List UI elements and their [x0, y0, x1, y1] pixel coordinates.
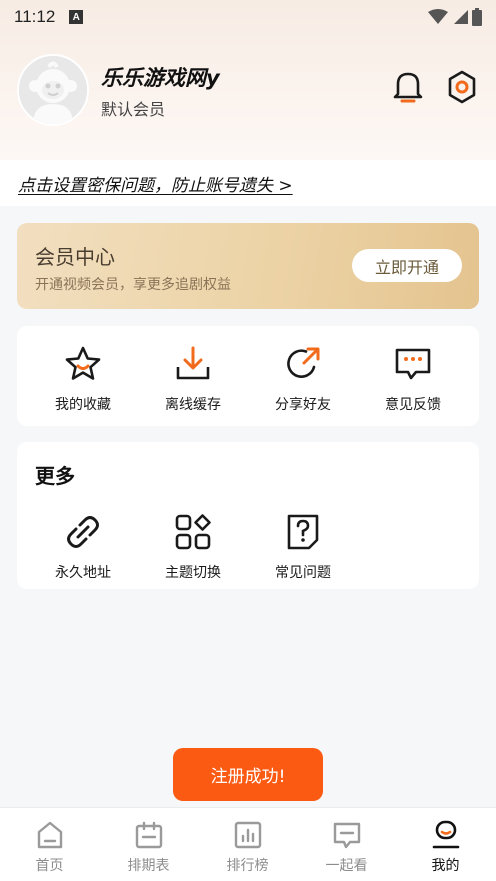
faq-icon [287, 514, 319, 550]
username[interactable]: 乐乐游戏网y [101, 62, 220, 92]
calendar-icon [135, 821, 162, 849]
nav-schedule-label: 排期表 [127, 858, 170, 874]
nav-watch-together[interactable]: 一起看 [297, 808, 396, 881]
more-title: 更多 [35, 464, 75, 488]
ranking-icon [234, 821, 261, 849]
mascot-avatar-icon [19, 56, 87, 124]
nav-profile[interactable]: 我的 [396, 808, 495, 881]
toast-message: 注册成功! [173, 748, 323, 801]
feedback-label: 意见反馈 [385, 397, 441, 413]
nav-home[interactable]: 首页 [0, 808, 99, 881]
status-bar: 11:12 A [0, 0, 496, 34]
vip-title: 会员中心 [35, 245, 115, 269]
faq-tile[interactable]: 常见问题 [253, 512, 353, 582]
security-prompt-bar: 点击设置密保问题，防止账号遗失 > [0, 160, 496, 206]
star-icon [65, 346, 101, 380]
watch-together-icon [333, 822, 360, 849]
member-level: 默认会员 [101, 100, 166, 119]
nav-schedule[interactable]: 排期表 [99, 808, 198, 881]
vip-center-card[interactable]: 会员中心 开通视频会员，享更多追剧权益 立即开通 [17, 223, 479, 309]
bottom-nav: 首页 排期表 排行榜 一起看 我的 [0, 807, 496, 881]
favorites-label: 我的收藏 [55, 397, 111, 413]
nav-profile-label: 我的 [431, 858, 460, 874]
gear-icon [448, 70, 476, 104]
share-tile[interactable]: 分享好友 [253, 344, 353, 414]
security-question-link[interactable]: 点击设置密保问题，防止账号遗失 > [18, 171, 293, 196]
faq-label: 常见问题 [275, 565, 331, 581]
share-label: 分享好友 [275, 397, 331, 413]
quick-actions-card: 我的收藏 离线缓存 分享好友 意见反馈 [17, 326, 479, 426]
avatar[interactable] [17, 54, 89, 126]
offline-cache-label: 离线缓存 [165, 397, 221, 413]
link-icon [67, 516, 99, 548]
feedback-icon [395, 348, 431, 380]
home-icon [37, 821, 62, 849]
profile-header: 乐乐游戏网y 默认会员 [17, 54, 487, 130]
notification-badge: A [69, 10, 84, 24]
battery-icon [472, 8, 482, 26]
theme-switch-label: 主题切换 [165, 565, 221, 581]
nav-home-label: 首页 [35, 858, 64, 874]
profile-icon [432, 820, 459, 849]
status-time: 11:12 [14, 7, 56, 26]
more-card: 更多 永久地址 主题切换 常见问题 [17, 442, 479, 589]
vip-subtitle: 开通视频会员，享更多追剧权益 [35, 277, 231, 293]
offline-cache-tile[interactable]: 离线缓存 [143, 344, 243, 414]
feedback-tile[interactable]: 意见反馈 [363, 344, 463, 414]
permanent-url-label: 永久地址 [55, 565, 111, 581]
notification-button[interactable] [391, 69, 425, 105]
download-icon [176, 346, 210, 380]
theme-switch-tile[interactable]: 主题切换 [143, 512, 243, 582]
favorites-tile[interactable]: 我的收藏 [33, 344, 133, 414]
status-icons [428, 8, 482, 26]
nav-watch-together-label: 一起看 [325, 858, 368, 874]
settings-button[interactable] [445, 69, 479, 105]
open-vip-button[interactable]: 立即开通 [352, 249, 462, 282]
nav-ranking[interactable]: 排行榜 [198, 808, 297, 881]
signal-icon [454, 10, 468, 24]
nav-ranking-label: 排行榜 [226, 858, 269, 874]
bell-icon [393, 72, 423, 103]
share-icon [287, 347, 320, 378]
wifi-icon [428, 9, 448, 24]
theme-icon [175, 514, 211, 550]
permanent-url-tile[interactable]: 永久地址 [33, 512, 133, 582]
